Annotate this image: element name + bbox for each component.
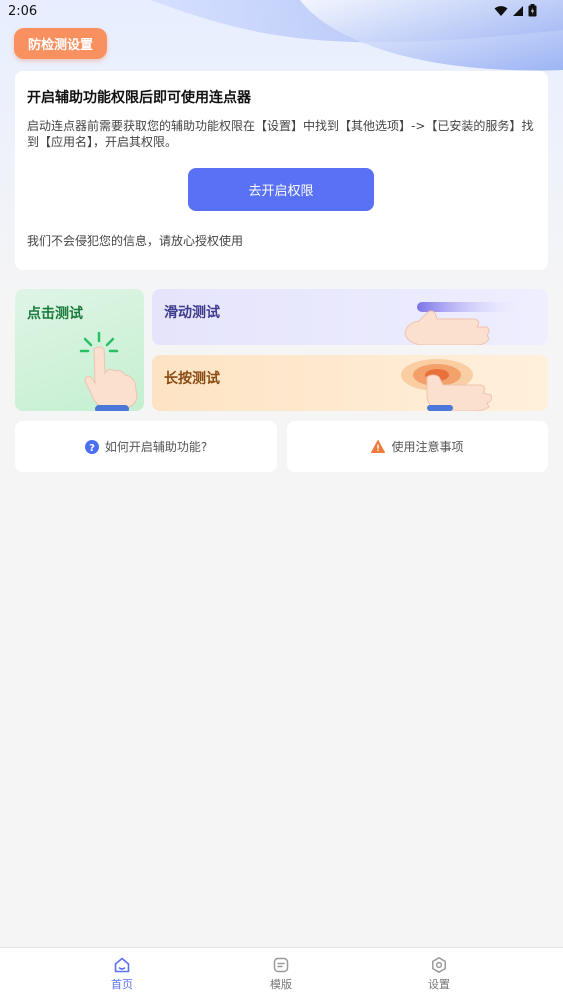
permission-title: 开启辅助功能权限后即可使用连点器	[27, 90, 251, 106]
question-icon: ?	[84, 439, 99, 454]
tab-home-label: 首页	[111, 978, 133, 991]
tab-settings[interactable]: 设置	[409, 956, 469, 992]
tap-hand-icon	[79, 331, 138, 411]
usage-notice-label: 使用注意事项	[391, 440, 464, 454]
long-press-test-label: 长按测试	[164, 371, 220, 387]
anti-detect-settings-button[interactable]: 防检测设置	[14, 28, 107, 59]
how-to-enable-label: 如何开启辅助功能?	[104, 440, 208, 454]
home-icon	[114, 957, 130, 973]
swipe-hand-icon	[404, 302, 517, 345]
click-test-card[interactable]: 点击测试	[15, 289, 144, 411]
signal-icon	[513, 5, 523, 16]
anti-detect-label: 防检测设置	[27, 38, 93, 53]
how-to-enable-card[interactable]: ? 如何开启辅助功能?	[15, 421, 277, 472]
click-test-label: 点击测试	[27, 306, 83, 322]
tab-home[interactable]: 首页	[92, 956, 152, 992]
tab-templates-label: 模版	[270, 978, 292, 991]
warning-icon	[371, 440, 386, 453]
tab-templates[interactable]: 模版	[251, 956, 311, 992]
battery-icon	[528, 4, 537, 17]
template-icon	[273, 957, 289, 973]
long-press-hand-icon	[401, 359, 492, 411]
status-bar: 2:06	[0, 0, 563, 24]
enable-permission-label: 去开启权限	[248, 184, 314, 199]
bottom-tab-bar: 首页 模版 设置	[0, 947, 563, 1002]
settings-icon	[432, 957, 446, 973]
status-time: 2:06	[8, 4, 38, 19]
tab-settings-label: 设置	[428, 978, 450, 991]
slide-test-card[interactable]: 滑动测试	[152, 289, 548, 345]
svg-text:?: ?	[89, 443, 95, 454]
enable-permission-button[interactable]: 去开启权限	[188, 168, 374, 211]
permission-description: 启动连点器前需要获取您的辅助功能权限在【设置】中找到【其他选项】->【已安装的服…	[27, 119, 534, 149]
wifi-icon	[494, 5, 508, 16]
permission-card: 开启辅助功能权限后即可使用连点器 启动连点器前需要获取您的辅助功能权限在【设置】…	[15, 71, 548, 270]
privacy-note: 我们不会侵犯您的信息，请放心授权使用	[27, 234, 244, 248]
long-press-test-card[interactable]: 长按测试	[152, 355, 548, 411]
usage-notice-card[interactable]: 使用注意事项	[287, 421, 548, 472]
slide-test-label: 滑动测试	[164, 305, 220, 321]
